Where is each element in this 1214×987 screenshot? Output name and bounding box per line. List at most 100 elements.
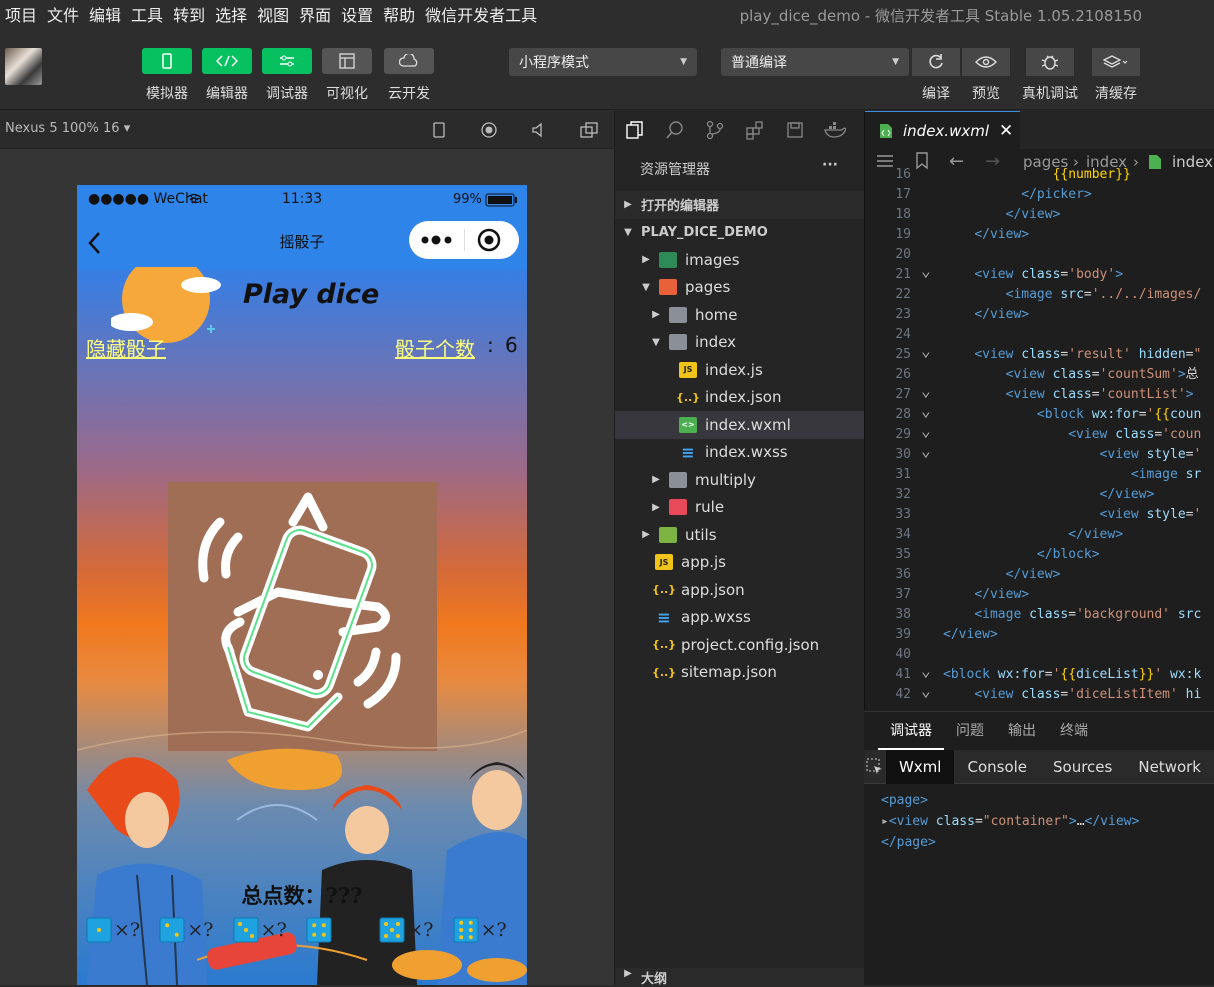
line-number: 24 (895, 327, 911, 342)
total-points: 总点数：??? (241, 883, 363, 908)
editor-toggle-button[interactable] (202, 48, 252, 74)
code-text: <image src='../../images/ (1005, 287, 1202, 302)
wxml-tree[interactable]: <page> ▸<view class="container">…</view> <… (881, 790, 1139, 853)
code-line: 41 ⌄ <block wx:for='{{diceList}}' wx:k (865, 661, 1214, 685)
menu-item-2[interactable]: 编辑 (84, 2, 126, 26)
fold-chevron-icon[interactable]: ⌄ (921, 421, 931, 441)
compile-select[interactable]: 普通编译 ▼ (721, 48, 909, 76)
visual-toggle-button[interactable] (322, 48, 372, 74)
tree-item-index-js[interactable]: JS index.js (615, 356, 865, 384)
code-lines[interactable]: 16 {{number}} 17 </picker> 18 </view> 19 </… (865, 165, 1214, 705)
detach-window-icon[interactable] (579, 120, 599, 140)
tree-item-home[interactable]: ▶ home (615, 301, 865, 329)
fold-chevron-icon[interactable]: ⌄ (921, 261, 931, 281)
extensions-icon[interactable] (735, 111, 775, 149)
compile-button[interactable] (912, 48, 960, 76)
fold-chevron-icon[interactable]: ⌄ (921, 381, 931, 401)
search-icon[interactable] (655, 111, 695, 149)
save-icon[interactable] (775, 111, 815, 149)
device-select[interactable]: Nexus 5 100% 16 ▾ (5, 121, 130, 136)
shake-phone-image[interactable] (168, 482, 437, 751)
line-number: 29 (895, 427, 911, 442)
dice-count-text: ×? (407, 919, 434, 941)
debugger-tab-3[interactable]: 终端 (1048, 712, 1100, 750)
tree-item-index-json[interactable]: {..} index.json (615, 384, 865, 412)
wxml-node[interactable]: <page> (881, 790, 1139, 811)
tree-item-rule[interactable]: ▶ rule (615, 494, 865, 522)
tree-item-index[interactable]: ▼ index (615, 329, 865, 357)
clear-cache-button[interactable] (1092, 48, 1140, 76)
debugger-tab-0[interactable]: 调试器 (878, 712, 944, 750)
devtools-tab-wxml[interactable]: Wxml (885, 749, 955, 784)
docker-icon[interactable] (815, 111, 855, 149)
tree-item-app-js[interactable]: JS app.js (615, 549, 865, 577)
dice-count-link[interactable]: 骰子个数 (395, 333, 475, 362)
main-toolbar: 模拟器 编辑器 调试器 可视化 云开发 小程序模式 ▼ 普通编译 ▼ 编译 预览… (0, 28, 1214, 110)
menu-item-1[interactable]: 文件 (42, 2, 84, 26)
record-icon[interactable] (479, 120, 499, 140)
wxml-node[interactable]: </page> (881, 832, 1139, 853)
tree-item-utils[interactable]: ▶ utils (615, 521, 865, 549)
simulator-label: 模拟器 (146, 86, 188, 102)
tree-item-project-config-json[interactable]: {..} project.config.json (615, 631, 865, 659)
phone-icon[interactable] (429, 120, 449, 140)
tree-item-pages[interactable]: ▼ pages (615, 274, 865, 302)
bug-icon (1041, 55, 1059, 70)
dice-count-text: ×? (114, 919, 141, 941)
menu-item-9[interactable]: 帮助 (378, 2, 420, 26)
debugger-tab-2[interactable]: 输出 (996, 712, 1048, 750)
tree-item-multiply[interactable]: ▶ multiply (615, 466, 865, 494)
code-text: <view class='coun (1068, 427, 1202, 442)
wxml-node[interactable]: ▸<view class="container">…</view> (881, 811, 1139, 832)
volume-icon[interactable] (529, 120, 549, 140)
menu-item-8[interactable]: 设置 (336, 2, 378, 26)
menu-item-10[interactable]: 微信开发者工具 (420, 2, 542, 26)
files-icon[interactable] (615, 111, 655, 149)
more-dots-icon[interactable] (421, 235, 453, 245)
outline-section[interactable]: ▶ 大纲 (615, 968, 865, 987)
chevron-right-icon: ▶ (642, 529, 650, 541)
open-editors-section[interactable]: ▶ 打开的编辑器 (615, 191, 865, 219)
tree-item-app-wxss[interactable]: ≡ app.wxss (615, 604, 865, 632)
menu-capsule (409, 221, 519, 259)
tree-item-sitemap-json[interactable]: {..} sitemap.json (615, 659, 865, 687)
devtools-tab-console[interactable]: Console (954, 750, 1040, 784)
user-avatar[interactable] (5, 48, 42, 85)
tab-index-wxml[interactable]: index.wxml ✕ (865, 111, 1020, 149)
tree-item-label: app.js (681, 553, 726, 572)
dice-result-item: ×? (86, 917, 159, 943)
fold-chevron-icon[interactable]: ⌄ (921, 661, 931, 681)
tree-item-images[interactable]: ▶ images (615, 246, 865, 274)
source-control-icon[interactable] (695, 111, 735, 149)
menu-item-3[interactable]: 工具 (126, 2, 168, 26)
debugger-toggle-button[interactable] (262, 48, 312, 74)
tree-item-app-json[interactable]: {..} app.json (615, 576, 865, 604)
fold-chevron-icon[interactable]: ⌄ (921, 401, 931, 421)
mode-select[interactable]: 小程序模式 ▼ (509, 48, 697, 76)
tree-item-index-wxml[interactable]: <> index.wxml (615, 411, 865, 439)
menu-item-0[interactable]: 项目 (0, 2, 42, 26)
cloud-dev-button[interactable] (384, 48, 434, 74)
menu-item-5[interactable]: 选择 (210, 2, 252, 26)
fold-chevron-icon[interactable]: ⌄ (921, 441, 931, 461)
devtools-tab-network[interactable]: Network (1125, 750, 1214, 784)
fold-chevron-icon[interactable]: ⌄ (921, 341, 931, 361)
js-file-icon: JS (679, 361, 697, 378)
hide-dice-link[interactable]: 隐藏骰子 (86, 333, 166, 362)
devtools-tab-sources[interactable]: Sources (1040, 750, 1125, 784)
menu-item-7[interactable]: 界面 (294, 2, 336, 26)
close-miniprogram-icon[interactable] (477, 228, 501, 252)
project-section[interactable]: ▼ PLAY_DICE_DEMO (615, 219, 865, 247)
more-actions-icon[interactable]: ··· (822, 157, 838, 173)
menu-item-4[interactable]: 转到 (168, 2, 210, 26)
tree-item-index-wxss[interactable]: ≡ index.wxss (615, 439, 865, 467)
code-text: <image sr (1130, 467, 1202, 482)
menu-item-6[interactable]: 视图 (252, 2, 294, 26)
remote-debug-button[interactable] (1026, 48, 1074, 76)
fold-chevron-icon[interactable]: ⌄ (921, 681, 931, 701)
inspect-element-icon[interactable] (864, 750, 886, 784)
preview-button[interactable] (962, 48, 1010, 76)
debugger-tab-1[interactable]: 问题 (944, 712, 996, 750)
simulator-toggle-button[interactable] (142, 48, 192, 74)
close-icon[interactable]: ✕ (999, 121, 1013, 141)
